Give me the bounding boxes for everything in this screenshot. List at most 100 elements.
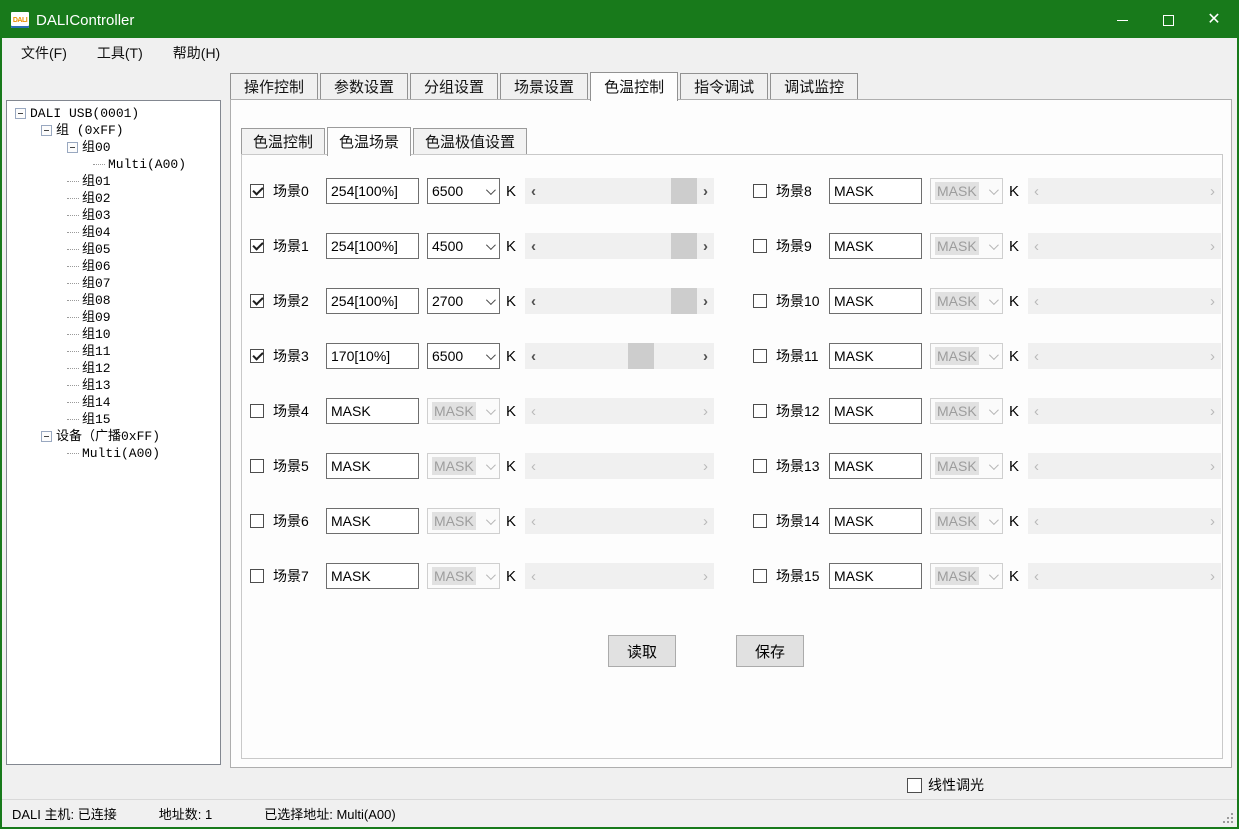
scrollbar-right-arrow-icon[interactable]: ›	[697, 288, 714, 314]
tree-node[interactable]: 组06	[7, 258, 220, 275]
scene-temp-scrollbar[interactable]: ‹ ›	[525, 343, 714, 369]
scrollbar-right-arrow-icon[interactable]: ›	[1204, 398, 1221, 424]
tree-collapse-icon[interactable]	[67, 142, 78, 153]
resize-grip[interactable]	[1221, 811, 1233, 823]
scrollbar-left-arrow-icon[interactable]: ‹	[1028, 398, 1045, 424]
minimize-button[interactable]	[1099, 2, 1145, 38]
scene-temp-scrollbar[interactable]: ‹ ›	[1028, 288, 1221, 314]
scene-brightness-input[interactable]	[829, 563, 922, 589]
tree-node[interactable]: 组14	[7, 394, 220, 411]
tree-node[interactable]: 组13	[7, 377, 220, 394]
scrollbar-right-arrow-icon[interactable]: ›	[1204, 288, 1221, 314]
scrollbar-left-arrow-icon[interactable]: ‹	[1028, 508, 1045, 534]
scrollbar-thumb[interactable]	[671, 288, 697, 314]
scene-checkbox[interactable]	[250, 294, 264, 308]
tree-node[interactable]: 组09	[7, 309, 220, 326]
scene-temp-scrollbar[interactable]: ‹ ›	[525, 453, 714, 479]
scene-checkbox[interactable]	[753, 184, 767, 198]
scrollbar-track[interactable]	[542, 288, 697, 314]
scrollbar-right-arrow-icon[interactable]: ›	[1204, 563, 1221, 589]
tree-collapse-icon[interactable]	[41, 431, 52, 442]
tree-node[interactable]: 组00	[7, 139, 220, 156]
scrollbar-right-arrow-icon[interactable]: ›	[697, 453, 714, 479]
scrollbar-track[interactable]	[542, 508, 697, 534]
linear-dimming-checkbox[interactable]	[907, 778, 922, 793]
tree-node[interactable]: 组15	[7, 411, 220, 428]
scene-brightness-input[interactable]	[326, 398, 419, 424]
scene-temp-dropdown[interactable]: MASK	[427, 398, 500, 424]
scrollbar-right-arrow-icon[interactable]: ›	[697, 233, 714, 259]
scrollbar-right-arrow-icon[interactable]: ›	[697, 508, 714, 534]
scene-temp-scrollbar[interactable]: ‹ ›	[525, 508, 714, 534]
scene-checkbox[interactable]	[250, 569, 264, 583]
scrollbar-right-arrow-icon[interactable]: ›	[697, 563, 714, 589]
scene-temp-scrollbar[interactable]: ‹ ›	[1028, 178, 1221, 204]
scene-temp-dropdown[interactable]: MASK	[930, 563, 1003, 589]
scene-brightness-input[interactable]	[829, 343, 922, 369]
scrollbar-right-arrow-icon[interactable]: ›	[1204, 178, 1221, 204]
scene-checkbox[interactable]	[250, 184, 264, 198]
scrollbar-thumb[interactable]	[671, 233, 697, 259]
tab-色温场景[interactable]: 色温场景	[327, 127, 411, 156]
tree-node[interactable]: Multi(A00)	[7, 445, 220, 462]
scrollbar-track[interactable]	[1045, 233, 1204, 259]
scene-brightness-input[interactable]	[326, 563, 419, 589]
tree-node[interactable]: 组07	[7, 275, 220, 292]
tree-collapse-icon[interactable]	[41, 125, 52, 136]
scene-checkbox[interactable]	[753, 349, 767, 363]
scene-brightness-input[interactable]	[326, 508, 419, 534]
scene-temp-scrollbar[interactable]: ‹ ›	[1028, 398, 1221, 424]
scene-checkbox[interactable]	[250, 404, 264, 418]
tree-node[interactable]: 组05	[7, 241, 220, 258]
scrollbar-track[interactable]	[1045, 178, 1204, 204]
scene-temp-dropdown[interactable]: MASK	[930, 343, 1003, 369]
scene-brightness-input[interactable]	[326, 453, 419, 479]
tree-node[interactable]: 组11	[7, 343, 220, 360]
scene-temp-dropdown[interactable]: 4500	[427, 233, 500, 259]
close-button[interactable]: ✕	[1191, 2, 1237, 38]
tree-node[interactable]: 组02	[7, 190, 220, 207]
scene-checkbox[interactable]	[753, 404, 767, 418]
scrollbar-track[interactable]	[542, 178, 697, 204]
scrollbar-track[interactable]	[542, 233, 697, 259]
scene-temp-scrollbar[interactable]: ‹ ›	[1028, 343, 1221, 369]
scrollbar-left-arrow-icon[interactable]: ‹	[525, 453, 542, 479]
scrollbar-thumb[interactable]	[671, 178, 697, 204]
scene-temp-dropdown[interactable]: MASK	[930, 233, 1003, 259]
tree-node[interactable]: 组 (0xFF)	[7, 122, 220, 139]
scene-temp-dropdown[interactable]: 2700	[427, 288, 500, 314]
tree-node[interactable]: 组08	[7, 292, 220, 309]
scrollbar-right-arrow-icon[interactable]: ›	[697, 398, 714, 424]
scrollbar-track[interactable]	[1045, 398, 1204, 424]
scene-checkbox[interactable]	[753, 459, 767, 473]
scrollbar-left-arrow-icon[interactable]: ‹	[1028, 233, 1045, 259]
scene-temp-dropdown[interactable]: 6500	[427, 343, 500, 369]
scrollbar-left-arrow-icon[interactable]: ‹	[525, 398, 542, 424]
scene-brightness-input[interactable]	[326, 288, 419, 314]
scene-temp-dropdown[interactable]: MASK	[930, 398, 1003, 424]
scene-temp-dropdown[interactable]: MASK	[930, 508, 1003, 534]
scrollbar-track[interactable]	[542, 343, 697, 369]
scrollbar-left-arrow-icon[interactable]: ‹	[525, 233, 542, 259]
tree-node[interactable]: 组01	[7, 173, 220, 190]
scrollbar-left-arrow-icon[interactable]: ‹	[525, 288, 542, 314]
tab-参数设置[interactable]: 参数设置	[320, 73, 408, 99]
tree-node[interactable]: 组03	[7, 207, 220, 224]
scrollbar-track[interactable]	[542, 563, 697, 589]
scrollbar-right-arrow-icon[interactable]: ›	[1204, 453, 1221, 479]
scrollbar-left-arrow-icon[interactable]: ‹	[1028, 343, 1045, 369]
tab-色温极值设置[interactable]: 色温极值设置	[413, 128, 527, 154]
menu-item[interactable]: 工具(T)	[86, 38, 154, 68]
scene-brightness-input[interactable]	[829, 453, 922, 479]
scene-temp-dropdown[interactable]: MASK	[930, 453, 1003, 479]
scrollbar-right-arrow-icon[interactable]: ›	[1204, 508, 1221, 534]
menu-item[interactable]: 文件(F)	[10, 38, 78, 68]
scene-checkbox[interactable]	[250, 239, 264, 253]
tree-node[interactable]: Multi(A00)	[7, 156, 220, 173]
scene-temp-dropdown[interactable]: MASK	[427, 508, 500, 534]
scene-brightness-input[interactable]	[326, 233, 419, 259]
scene-checkbox[interactable]	[753, 514, 767, 528]
tab-操作控制[interactable]: 操作控制	[230, 73, 318, 99]
tab-色温控制[interactable]: 色温控制	[241, 128, 325, 154]
scrollbar-track[interactable]	[542, 398, 697, 424]
